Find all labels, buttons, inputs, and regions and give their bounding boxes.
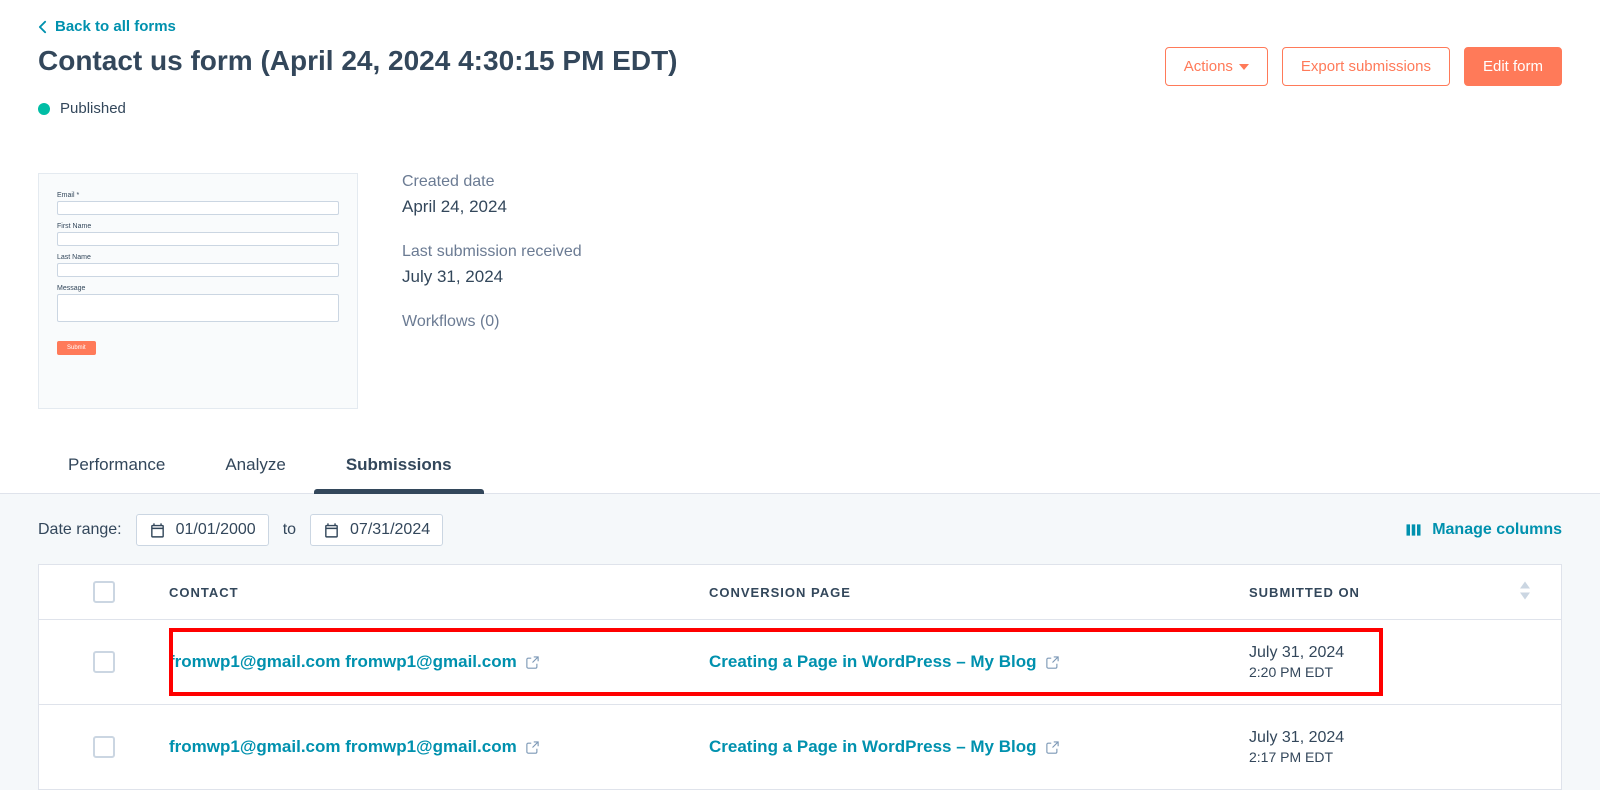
last-submission-value: July 31, 2024 <box>402 267 582 287</box>
row-checkbox[interactable] <box>93 736 115 758</box>
preview-email-label: Email * <box>57 192 339 199</box>
conversion-page-link[interactable]: Creating a Page in WordPress – My Blog <box>709 737 1060 757</box>
contact-text: fromwp1@gmail.com fromwp1@gmail.com <box>169 737 517 757</box>
preview-lastname-label: Last Name <box>57 254 339 261</box>
tab-submissions[interactable]: Submissions <box>346 455 452 493</box>
table-row: fromwp1@gmail.com fromwp1@gmail.com Creat… <box>39 705 1561 790</box>
back-link-label: Back to all forms <box>55 18 176 35</box>
table-row: fromwp1@gmail.com fromwp1@gmail.com Creat… <box>39 620 1561 705</box>
actions-dropdown-button[interactable]: Actions <box>1165 47 1268 86</box>
preview-lastname-input <box>57 263 339 277</box>
sort-icon[interactable] <box>1519 582 1531 603</box>
submitted-time: 2:20 PM EDT <box>1249 664 1561 680</box>
created-date-value: April 24, 2024 <box>402 197 582 217</box>
to-label: to <box>283 521 296 539</box>
submitted-date: July 31, 2024 <box>1249 644 1561 662</box>
back-to-all-forms-link[interactable]: Back to all forms <box>0 0 176 43</box>
chevron-left-icon <box>38 20 47 34</box>
manage-columns-button[interactable]: Manage columns <box>1405 521 1562 539</box>
external-link-icon <box>525 655 540 670</box>
status-label: Published <box>60 100 126 117</box>
date-range-label: Date range: <box>38 521 122 539</box>
column-header-submitted[interactable]: SUBMITTED ON <box>1249 585 1561 600</box>
workflows-label: Workflows (0) <box>402 313 582 331</box>
calendar-icon <box>323 522 340 539</box>
preview-firstname-input <box>57 232 339 246</box>
table-header-row: CONTACT CONVERSION PAGE SUBMITTED ON <box>39 565 1561 620</box>
external-link-icon <box>1045 740 1060 755</box>
conversion-text: Creating a Page in WordPress – My Blog <box>709 737 1037 757</box>
date-to-value: 07/31/2024 <box>350 521 430 539</box>
preview-message-textarea <box>57 294 339 322</box>
preview-email-input <box>57 201 339 215</box>
external-link-icon <box>1045 655 1060 670</box>
preview-submit-button: Submit <box>57 341 96 355</box>
date-to-input[interactable]: 07/31/2024 <box>310 514 443 546</box>
contact-link[interactable]: fromwp1@gmail.com fromwp1@gmail.com <box>169 652 540 672</box>
actions-button-label: Actions <box>1184 58 1233 75</box>
column-header-submitted-label: SUBMITTED ON <box>1249 585 1360 600</box>
external-link-icon <box>525 740 540 755</box>
export-submissions-button[interactable]: Export submissions <box>1282 47 1450 86</box>
conversion-page-link[interactable]: Creating a Page in WordPress – My Blog <box>709 652 1060 672</box>
form-preview-thumbnail: Email * First Name Last Name Message Sub… <box>38 173 358 409</box>
date-from-value: 01/01/2000 <box>176 521 256 539</box>
edit-form-button[interactable]: Edit form <box>1464 47 1562 86</box>
conversion-text: Creating a Page in WordPress – My Blog <box>709 652 1037 672</box>
preview-message-label: Message <box>57 285 339 292</box>
date-from-input[interactable]: 01/01/2000 <box>136 514 269 546</box>
preview-firstname-label: First Name <box>57 223 339 230</box>
row-checkbox[interactable] <box>93 651 115 673</box>
submissions-table: CONTACT CONVERSION PAGE SUBMITTED ON fro… <box>38 564 1562 790</box>
contact-link[interactable]: fromwp1@gmail.com fromwp1@gmail.com <box>169 737 540 757</box>
manage-columns-label: Manage columns <box>1432 521 1562 539</box>
last-submission-label: Last submission received <box>402 243 582 261</box>
column-header-conversion[interactable]: CONVERSION PAGE <box>709 585 1249 600</box>
export-button-label: Export submissions <box>1301 58 1431 75</box>
select-all-checkbox[interactable] <box>93 581 115 603</box>
submitted-date: July 31, 2024 <box>1249 729 1561 747</box>
caret-down-icon <box>1239 64 1249 70</box>
calendar-icon <box>149 522 166 539</box>
edit-form-button-label: Edit form <box>1483 58 1543 75</box>
tab-analyze[interactable]: Analyze <box>225 455 285 493</box>
tab-performance[interactable]: Performance <box>68 455 165 493</box>
created-date-label: Created date <box>402 173 582 191</box>
columns-icon <box>1405 523 1422 537</box>
status-dot-icon <box>38 103 50 115</box>
column-header-contact[interactable]: CONTACT <box>169 585 709 600</box>
page-title: Contact us form (April 24, 2024 4:30:15 … <box>38 43 678 79</box>
contact-text: fromwp1@gmail.com fromwp1@gmail.com <box>169 652 517 672</box>
submitted-time: 2:17 PM EDT <box>1249 749 1561 765</box>
